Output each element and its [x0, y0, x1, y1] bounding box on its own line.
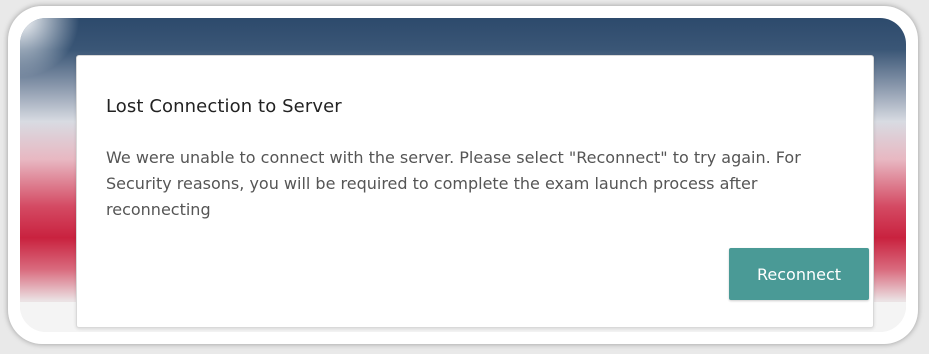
connection-lost-dialog: Lost Connection to Server We were unable…: [76, 55, 874, 328]
dialog-title: Lost Connection to Server: [106, 96, 342, 117]
reconnect-button[interactable]: Reconnect: [729, 248, 869, 300]
dialog-message: We were unable to connect with the serve…: [106, 148, 801, 219]
screenshot-frame: Lost Connection to Server We were unable…: [8, 6, 918, 344]
